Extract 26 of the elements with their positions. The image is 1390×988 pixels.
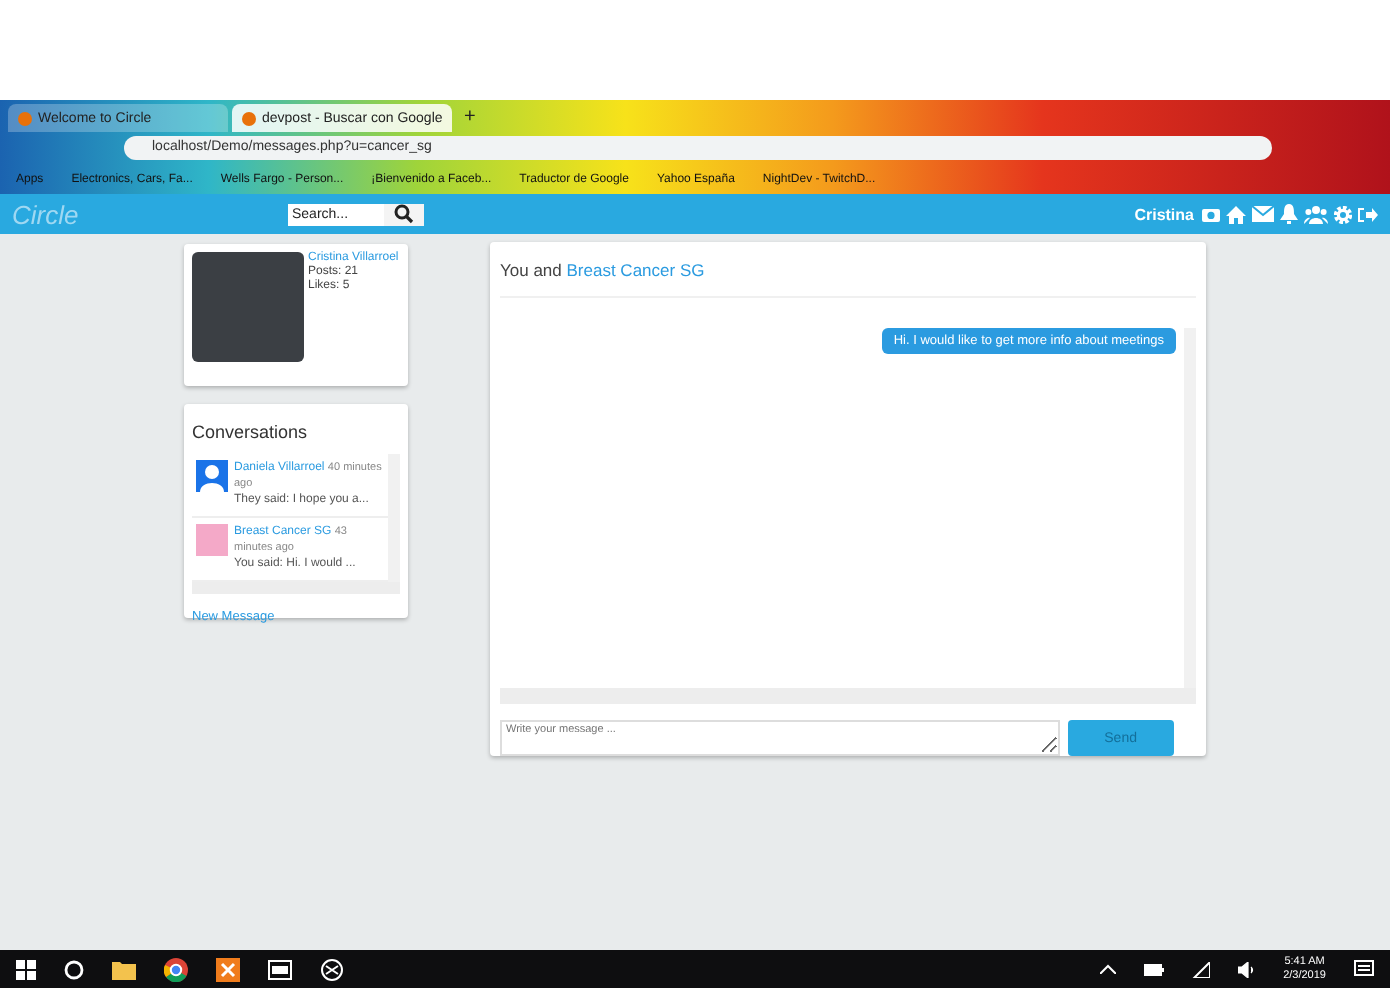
new-tab-button[interactable]: + <box>456 104 484 132</box>
folder-icon[interactable] <box>112 959 136 979</box>
users-icon[interactable] <box>1304 205 1328 223</box>
avatar-placeholder <box>196 524 228 556</box>
camera-icon[interactable] <box>1202 206 1220 222</box>
chat-title: You and Breast Cancer SG <box>500 242 1196 298</box>
app-icon[interactable] <box>216 957 240 981</box>
circle-icon[interactable] <box>64 959 84 979</box>
bell-icon[interactable] <box>1280 204 1298 224</box>
conversations-title: Conversations <box>192 422 310 442</box>
speaker-icon[interactable] <box>1237 961 1256 977</box>
chevron-up-icon[interactable] <box>1099 964 1116 974</box>
search-button[interactable] <box>384 203 424 225</box>
mail-icon[interactable] <box>1252 206 1274 222</box>
windows-logo-icon[interactable] <box>16 959 36 979</box>
battery-icon[interactable] <box>1143 963 1164 975</box>
app-icon[interactable] <box>320 957 344 981</box>
logout-icon[interactable] <box>1358 205 1378 223</box>
avatar-silhouette-icon <box>196 460 228 492</box>
app-icon[interactable] <box>268 959 292 979</box>
notification-icon[interactable] <box>1354 960 1374 978</box>
home-icon[interactable] <box>1226 205 1246 223</box>
settings-icon[interactable] <box>1334 205 1352 223</box>
photo-placeholder <box>192 252 304 362</box>
browser-icon[interactable] <box>164 957 188 981</box>
search-icon <box>394 204 414 224</box>
